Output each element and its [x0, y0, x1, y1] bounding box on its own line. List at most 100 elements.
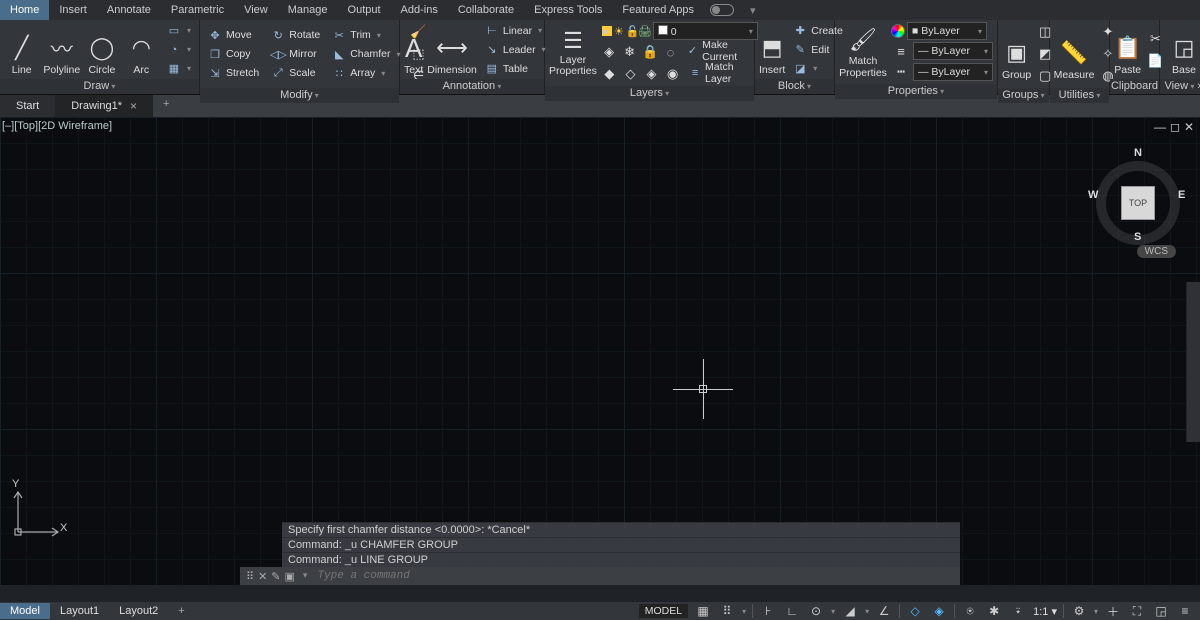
rectangle-button[interactable]: ▭▾ [163, 22, 195, 39]
command-line[interactable]: ⠿ ✕ ✎ ▣ ▾ [240, 567, 960, 585]
linear-button[interactable]: ⊢Linear▾ [481, 22, 550, 39]
layer-freeze-icon[interactable]: ❄ [621, 42, 637, 62]
close-tab-icon[interactable]: × [130, 99, 137, 113]
ribbon-toggle[interactable] [710, 4, 734, 16]
tab-collaborate[interactable]: Collaborate [448, 0, 524, 20]
text-button[interactable]: AText [404, 22, 423, 77]
chamfer-button[interactable]: ◣Chamfer▾ [328, 46, 404, 63]
tab-view[interactable]: View [234, 0, 278, 20]
leader-button[interactable]: ↘Leader▾ [481, 41, 550, 58]
view-cube[interactable]: TOP N S W E [1088, 135, 1188, 255]
move-button[interactable]: ✥Move [204, 27, 263, 44]
3dosnap-icon[interactable]: ◈ [930, 603, 948, 619]
annovis-icon[interactable]: ✱ [985, 603, 1003, 619]
start-tab[interactable]: Start [0, 95, 55, 117]
hardware-icon[interactable]: ⛶ [1128, 603, 1146, 619]
tab-output[interactable]: Output [338, 0, 391, 20]
copy-button[interactable]: ❐Copy [204, 46, 263, 63]
drawing-tab[interactable]: Drawing1*× [55, 95, 153, 117]
linetype-combo[interactable]: — ByLayer▾ [913, 63, 993, 81]
panel-modify[interactable]: Modify [200, 88, 399, 103]
space-indicator[interactable]: MODEL [639, 604, 688, 618]
trim-button[interactable]: ✂Trim▾ [328, 27, 404, 44]
viewport-maximize-icon[interactable]: ◻ [1170, 120, 1180, 134]
wcs-badge[interactable]: WCS [1137, 245, 1176, 258]
snap-toggle-icon[interactable]: ⠿ [718, 603, 736, 619]
grid-toggle-icon[interactable]: ▦ [694, 603, 712, 619]
base-button[interactable]: ◲Base [1164, 22, 1200, 77]
paste-button[interactable]: 📋Paste [1114, 22, 1141, 77]
tab-parametric[interactable]: Parametric [161, 0, 234, 20]
panel-properties[interactable]: Properties [835, 84, 997, 99]
cmd-customize-icon[interactable]: ✎ [271, 570, 280, 583]
layer-combo[interactable]: 0▾ [653, 22, 758, 40]
group-button[interactable]: ▣Group [1002, 27, 1031, 82]
polyline-button[interactable]: 〰Polyline [43, 22, 80, 77]
drawing-canvas[interactable]: [–][Top][2D Wireframe] — ◻ ✕ TOP N S W E… [0, 117, 1200, 585]
scale-button[interactable]: ⤢Scale [267, 65, 324, 82]
hatch-button[interactable]: ▦▾ [163, 60, 195, 77]
polar-icon[interactable]: ⊙ [807, 603, 825, 619]
otrack-icon[interactable]: ∠ [875, 603, 893, 619]
model-tab[interactable]: Model [0, 603, 50, 619]
color-wheel-icon[interactable] [891, 24, 905, 38]
new-tab-button[interactable]: + [153, 95, 179, 117]
tab-dropdown[interactable]: ▾ [740, 0, 766, 20]
lineweight-icon[interactable]: ≡ [891, 41, 911, 61]
tab-express[interactable]: Express Tools [524, 0, 612, 20]
nav-bar[interactable] [1186, 282, 1200, 442]
tab-insert[interactable]: Insert [49, 0, 97, 20]
linetype-icon[interactable]: ┅ [891, 62, 911, 82]
command-input[interactable] [317, 570, 960, 582]
color-combo[interactable]: ■ ByLayer▾ [907, 22, 987, 40]
panel-clipboard[interactable]: Clipboard [1110, 79, 1159, 94]
panel-annotation[interactable]: Annotation [400, 79, 544, 94]
ortho-icon[interactable]: ∟ [783, 603, 801, 619]
customize-status-icon[interactable]: ≡ [1176, 603, 1194, 619]
panel-utilities[interactable]: Utilities [1050, 88, 1109, 103]
panel-layers[interactable]: Layers [545, 86, 754, 101]
dimension-button[interactable]: ⟷Dimension [427, 22, 477, 77]
panel-draw[interactable]: Draw [0, 79, 199, 94]
layer-misc1-icon[interactable]: ◆ [601, 64, 618, 84]
arc-button[interactable]: ◠Arc [124, 22, 159, 77]
rotate-button[interactable]: ↻Rotate [267, 27, 324, 44]
tab-featured[interactable]: Featured Apps [612, 0, 704, 20]
ellipse-button[interactable]: ◔▾ [163, 41, 195, 58]
layer-lock-icon[interactable]: 🔒 [642, 42, 658, 62]
table-button[interactable]: ▤Table [481, 60, 550, 77]
layout1-tab[interactable]: Layout1 [50, 603, 109, 619]
layer-misc3-icon[interactable]: ◈ [643, 64, 660, 84]
isolate-icon[interactable]: ＋ [1104, 603, 1122, 619]
viewport-minimize-icon[interactable]: — [1154, 120, 1166, 134]
tab-manage[interactable]: Manage [278, 0, 338, 20]
cmd-recent-dd[interactable]: ▾ [299, 570, 312, 583]
mirror-button[interactable]: ◁▷Mirror [267, 46, 324, 63]
annoauto-icon[interactable]: ⍣ [1009, 603, 1027, 619]
cmd-recent-icon[interactable]: ▣ [285, 570, 295, 583]
cmd-handle-icon[interactable]: ⠿ [246, 570, 254, 583]
tab-home[interactable]: Home [0, 0, 49, 20]
isoplane-icon[interactable]: ◢ [841, 603, 859, 619]
annoscale-icon[interactable]: ⍟ [961, 603, 979, 619]
line-button[interactable]: ╱Line [4, 22, 39, 77]
viewport-close-icon[interactable]: ✕ [1184, 120, 1194, 134]
lineweight-combo[interactable]: — ByLayer▾ [913, 42, 993, 60]
layer-misc2-icon[interactable]: ◇ [622, 64, 639, 84]
match-layer-button[interactable]: ≡Match Layer [685, 64, 758, 81]
layout2-tab[interactable]: Layout2 [109, 603, 168, 619]
layer-misc4-icon[interactable]: ◉ [664, 64, 681, 84]
array-button[interactable]: ∷Array▾ [328, 65, 404, 82]
scale-label[interactable]: 1:1 ▾ [1033, 605, 1057, 618]
measure-button[interactable]: 📏Measure [1054, 27, 1094, 82]
layer-properties-button[interactable]: ☰Layer Properties [549, 28, 597, 78]
stretch-button[interactable]: ⇲Stretch [204, 65, 263, 82]
insert-button[interactable]: ⬒Insert [759, 22, 785, 77]
add-layout-button[interactable]: + [168, 603, 194, 619]
make-current-button[interactable]: ✓Make Current [683, 42, 758, 59]
gear-icon[interactable]: ⚙ [1070, 603, 1088, 619]
cleanscreen-icon[interactable]: ◲ [1152, 603, 1170, 619]
panel-groups[interactable]: Groups [998, 88, 1049, 103]
match-properties-button[interactable]: 🖌Match Properties [839, 25, 887, 80]
viewport-label[interactable]: [–][Top][2D Wireframe] [2, 120, 112, 132]
